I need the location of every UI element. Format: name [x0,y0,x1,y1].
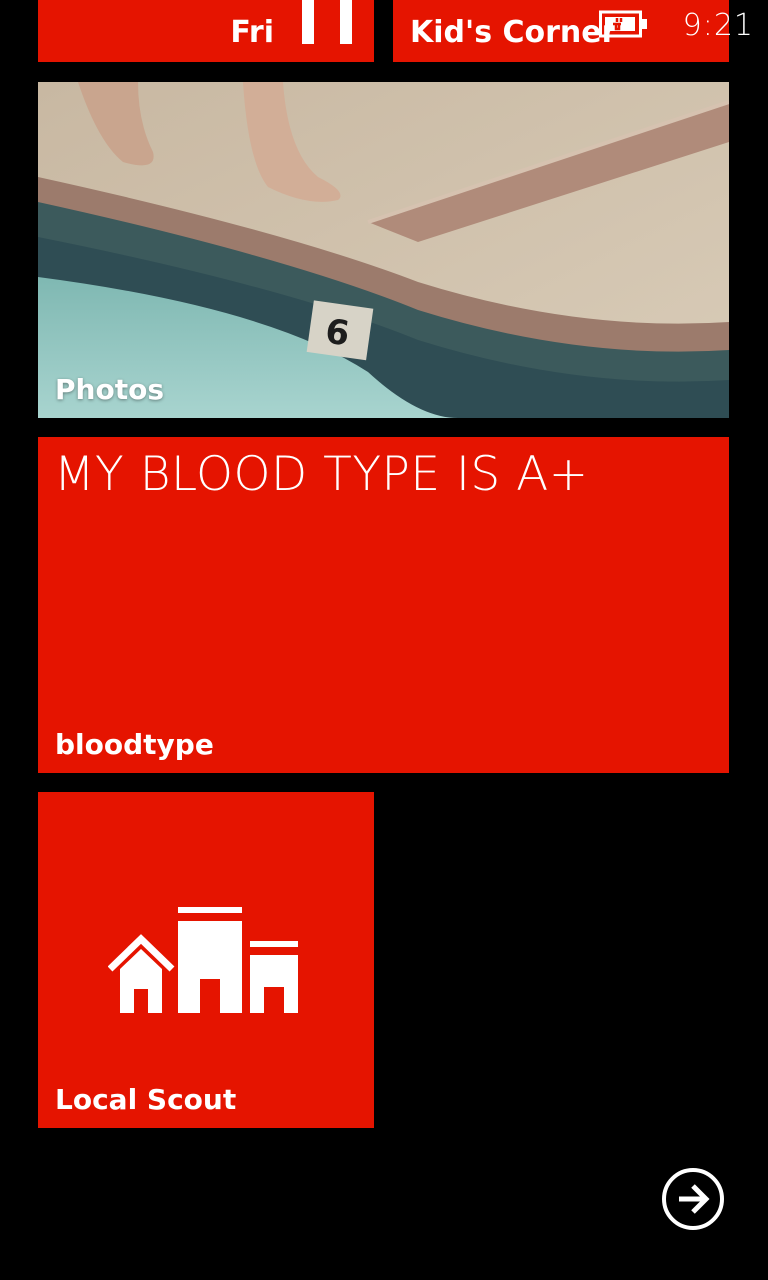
calendar-icon [302,0,352,44]
photos-tile[interactable]: 6 Photos [38,82,729,418]
calendar-tile[interactable]: Fri [38,0,374,62]
local-scout-label: Local Scout [55,1083,237,1116]
arrow-right-circle-icon [679,1184,710,1214]
local-scout-tile[interactable]: Local Scout [38,792,374,1128]
kids-corner-label: Kid's Corner [410,15,617,50]
bloodtype-label: bloodtype [55,728,214,761]
calendar-day: Fri [230,15,274,50]
local-scout-buildings-icon [108,907,298,1013]
kids-corner-tile[interactable]: Kid's Corner [393,0,729,62]
photos-label: Photos [55,373,164,406]
bloodtype-tile[interactable]: MY BLOOD TYPE IS A+ bloodtype [38,437,729,773]
start-screen: 9:21 Fri Kid's Corner 6 Photos MY BLOOD … [0,0,768,1280]
status-clock: 9:21 [682,8,754,43]
pool-photo: 6 [38,82,729,418]
battery-charging-icon [599,10,647,38]
bloodtype-headline: MY BLOOD TYPE IS A+ [54,447,589,502]
all-apps-button[interactable] [662,1168,724,1230]
